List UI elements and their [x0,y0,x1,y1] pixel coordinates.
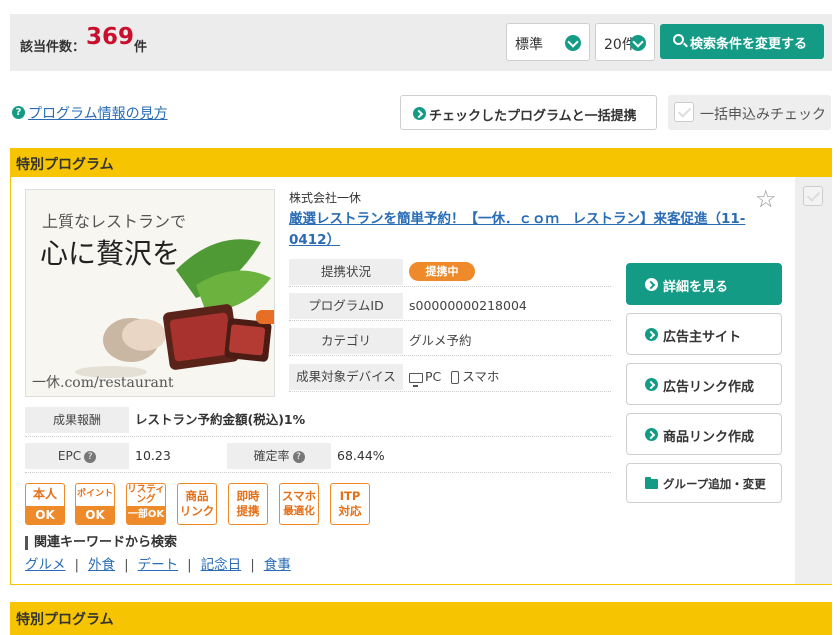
device-smartphone: スマホ [462,369,500,384]
result-count-label: 該当件数： [20,40,86,55]
result-count: 369 [86,24,135,50]
group-edit-button[interactable]: グループ追加・変更 [626,463,782,503]
info-label: 成果対象デバイス [289,364,403,390]
tag-listing: リスティング 一部OK [126,483,166,525]
select-column [795,177,832,584]
info-row-category: カテゴリ グルメ予約 [289,326,611,356]
epc-value: 10.23 [135,448,171,463]
chevron-down-icon [565,35,581,51]
advertiser-site-button-label: 広告主サイト [663,330,742,345]
keyword-link[interactable]: デート [138,557,179,573]
advertiser-site-button[interactable]: 広告主サイト [626,313,782,355]
pc-icon [409,372,423,387]
question-icon[interactable]: ? [84,450,97,463]
create-ad-link-button[interactable]: 広告リンク作成 [626,363,782,405]
device-values: PC スマホ [409,362,499,392]
keyword-list: グルメ | 外食 | デート | 記念日 | 食事 [25,557,291,573]
keyword-link[interactable]: 食事 [264,557,291,573]
arrow-right-circle-icon [645,378,658,391]
star-icon[interactable]: ☆ [755,185,777,213]
arrow-right-circle-icon [413,107,426,120]
result-count-unit: 件 [134,40,148,55]
keyword-link[interactable]: 記念日 [201,557,242,573]
keyword-link[interactable]: グルメ [25,557,66,573]
section-title: 特別プログラム [16,157,114,173]
per-page-select[interactable]: 20件 [595,23,655,61]
question-icon: ? [12,106,25,119]
folder-icon [645,477,658,489]
create-product-link-button[interactable]: 商品リンク作成 [626,413,782,455]
banner-logo: 一休.com/restaurant [32,375,174,391]
sort-select[interactable]: 標準 [506,23,590,61]
arrow-right-circle-icon [645,328,658,341]
epc-label: EPC? [25,443,129,469]
view-detail-button-label: 詳細を見る [663,280,729,295]
info-row-device: 成果対象デバイス PC スマホ [289,362,611,392]
tag-smartphone-optimized: スマホ 最適化 [279,483,319,525]
checkbox-icon[interactable] [803,186,823,206]
arrow-right-circle-icon [645,278,658,291]
change-search-button-label: 検索条件を変更する [690,37,808,52]
tag-product-link: 商品 リンク [177,483,217,525]
metrics-row: EPC? 10.23 確定率? 68.44% [25,441,611,473]
view-detail-button[interactable]: 詳細を見る [626,263,782,305]
section-header: 特別プログラム [10,602,832,635]
change-search-button[interactable]: 検索条件を変更する [660,24,824,59]
reward-label: 成果報酬 [25,407,129,433]
checkbox-icon[interactable] [674,102,694,122]
group-edit-button-label: グループ追加・変更 [663,477,766,491]
keyword-search-title: 関連キーワードから検索 [25,536,177,550]
reward-row: 成果報酬 レストラン予約金額(税込)1% [25,405,611,437]
keyword-link[interactable]: 外食 [88,557,115,573]
info-label: プログラムID [289,293,403,319]
tag-instant-partner: 即時 提携 [228,483,268,525]
info-label: カテゴリ [289,328,403,354]
info-row-status: 提携状況 提携中 [289,257,611,287]
banner-catchcopy: 心に贅沢を [40,237,181,270]
program-banner[interactable]: 上質なレストランで 心に贅沢を 一休.com/restaurant [25,189,275,397]
advertiser-name: 株式会社一休 [289,191,362,205]
info-row-program-id: プログラムID s00000000218004 [289,291,611,321]
banner-headline: 上質なレストランで [42,212,187,231]
approval-rate-label: 確定率? [227,443,331,469]
program-card: 上質なレストランで 心に贅沢を 一休.com/restaurant 株式会社一休… [10,177,832,585]
program-id: s00000000218004 [409,298,527,313]
create-product-link-button-label: 商品リンク作成 [663,430,755,445]
section-header: 特別プログラム [10,148,832,177]
category-value: グルメ予約 [409,333,472,348]
bulk-partner-button-label: チェックしたプログラムと一括提携 [429,109,637,124]
sort-select-value: 標準 [515,37,543,53]
chevron-down-icon [630,35,646,51]
result-toolbar: 該当件数： 369 件 標準 20件 検索条件を変更する [10,14,832,71]
bulk-apply-check-label: 一括申込みチェック [700,107,826,123]
tag-self-affiliate: 本人 OK [25,483,65,525]
section-title: 特別プログラム [16,612,114,628]
tag-itp: ITP 対応 [330,483,370,525]
status-badge: 提携中 [409,262,475,281]
create-ad-link-button-label: 広告リンク作成 [663,380,755,395]
info-label: 提携状況 [289,259,403,285]
tag-point-site: ポイント OK [75,483,115,525]
approval-rate-value: 68.44% [337,448,385,463]
search-icon [673,34,684,45]
smartphone-icon [451,371,460,384]
question-icon[interactable]: ? [292,450,305,463]
arrow-right-circle-icon [645,428,658,441]
reward-value: レストラン予約金額(税込)1% [135,412,306,427]
program-info-guide-link[interactable]: プログラム情報の見方 [28,103,168,123]
bulk-apply-check[interactable]: 一括申込みチェック [668,95,831,130]
device-pc: PC [425,369,442,384]
program-title-link[interactable]: 厳選レストランを簡単予約！【一休．ｃｏｍ レストラン】来客促進（11-0412） [289,209,759,251]
bulk-partner-button[interactable]: チェックしたプログラムと一括提携 [400,95,657,130]
